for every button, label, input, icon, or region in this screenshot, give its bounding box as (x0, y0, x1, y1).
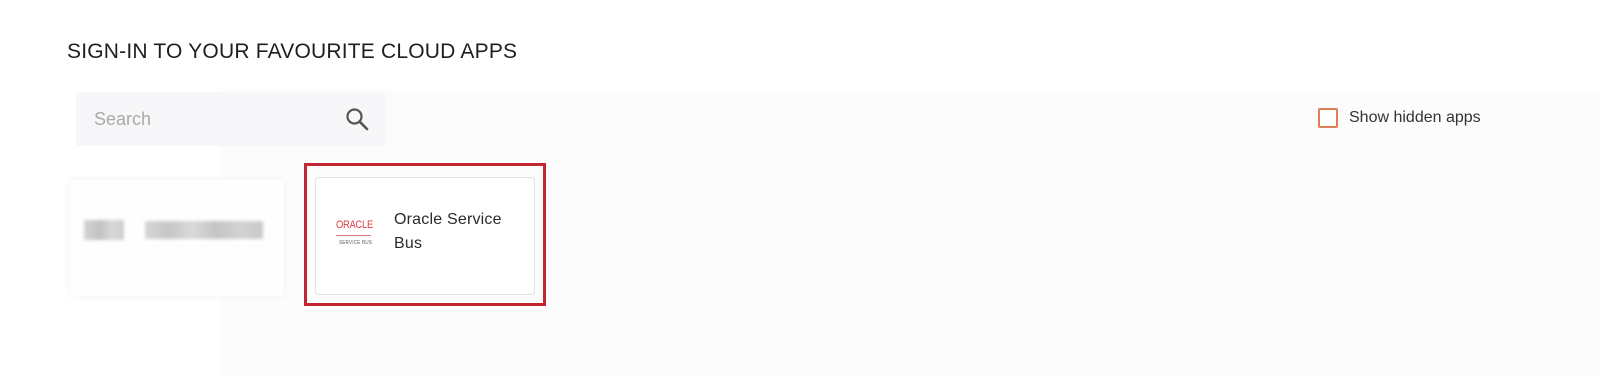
oracle-logo-text: ORACLE (336, 219, 373, 231)
app-name: Oracle Service Bus (394, 211, 502, 252)
page-title: SIGN-IN TO YOUR FAVOURITE CLOUD APPS (67, 40, 518, 63)
oracle-logo-divider (336, 235, 371, 236)
app-card-oracle-service-bus[interactable]: ORACLE SERVICE BUS Oracle Service Bus (315, 177, 535, 295)
show-hidden-apps-checkbox[interactable] (1318, 108, 1338, 128)
search-icon[interactable] (344, 106, 370, 132)
oracle-logo: ORACLE SERVICE BUS (336, 214, 373, 258)
app-launcher-page: SIGN-IN TO YOUR FAVOURITE CLOUD APPS Sho… (0, 0, 1616, 376)
oracle-logo-subtext: SERVICE BUS (339, 240, 373, 246)
show-hidden-apps-toggle[interactable]: Show hidden apps (1318, 107, 1481, 129)
app-logo-obscured (84, 220, 124, 240)
search-input[interactable] (94, 92, 324, 146)
app-card-obscured[interactable] (70, 180, 284, 296)
app-name-obscured (145, 221, 263, 239)
search-box[interactable] (76, 92, 386, 146)
show-hidden-apps-label: Show hidden apps (1349, 109, 1481, 126)
